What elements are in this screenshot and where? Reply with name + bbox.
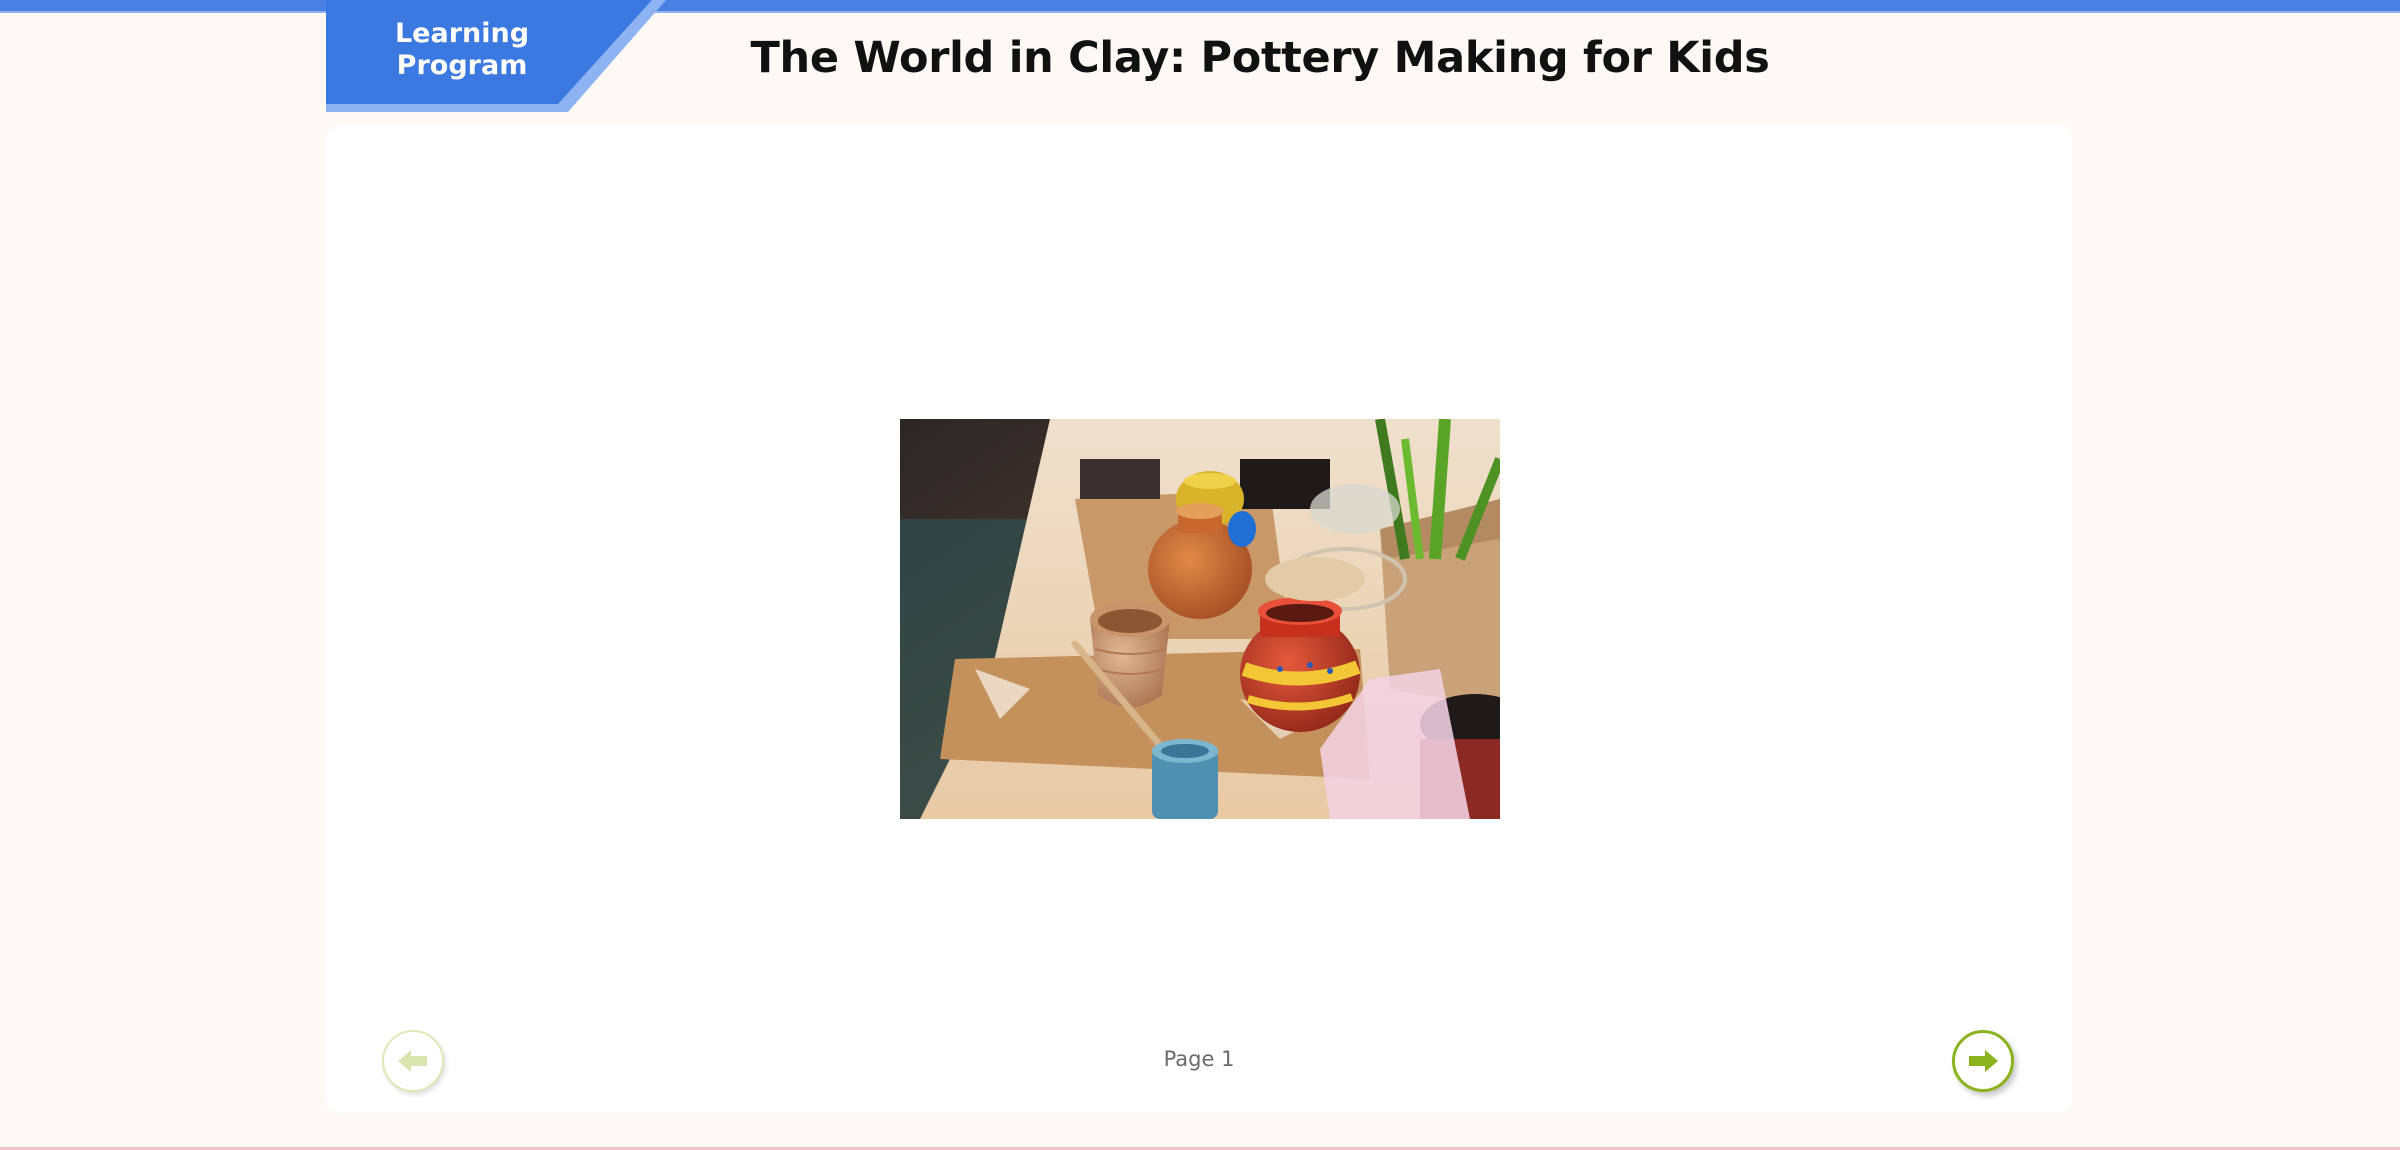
pottery-photo — [900, 419, 1500, 819]
page-title: The World in Clay: Pottery Making for Ki… — [750, 33, 1770, 83]
previous-page-button[interactable] — [382, 1030, 444, 1092]
arrow-right-icon — [1969, 1050, 1998, 1072]
learning-program-badge: Learning Program — [326, 0, 666, 112]
badge-line-1: Learning — [394, 18, 530, 49]
page-indicator: Page 1 — [1163, 1047, 1235, 1071]
slide-card: Page 1 — [326, 125, 2072, 1113]
next-page-button[interactable] — [1952, 1030, 2014, 1092]
arrow-left-icon — [398, 1050, 427, 1072]
badge-line-2: Program — [396, 50, 528, 81]
